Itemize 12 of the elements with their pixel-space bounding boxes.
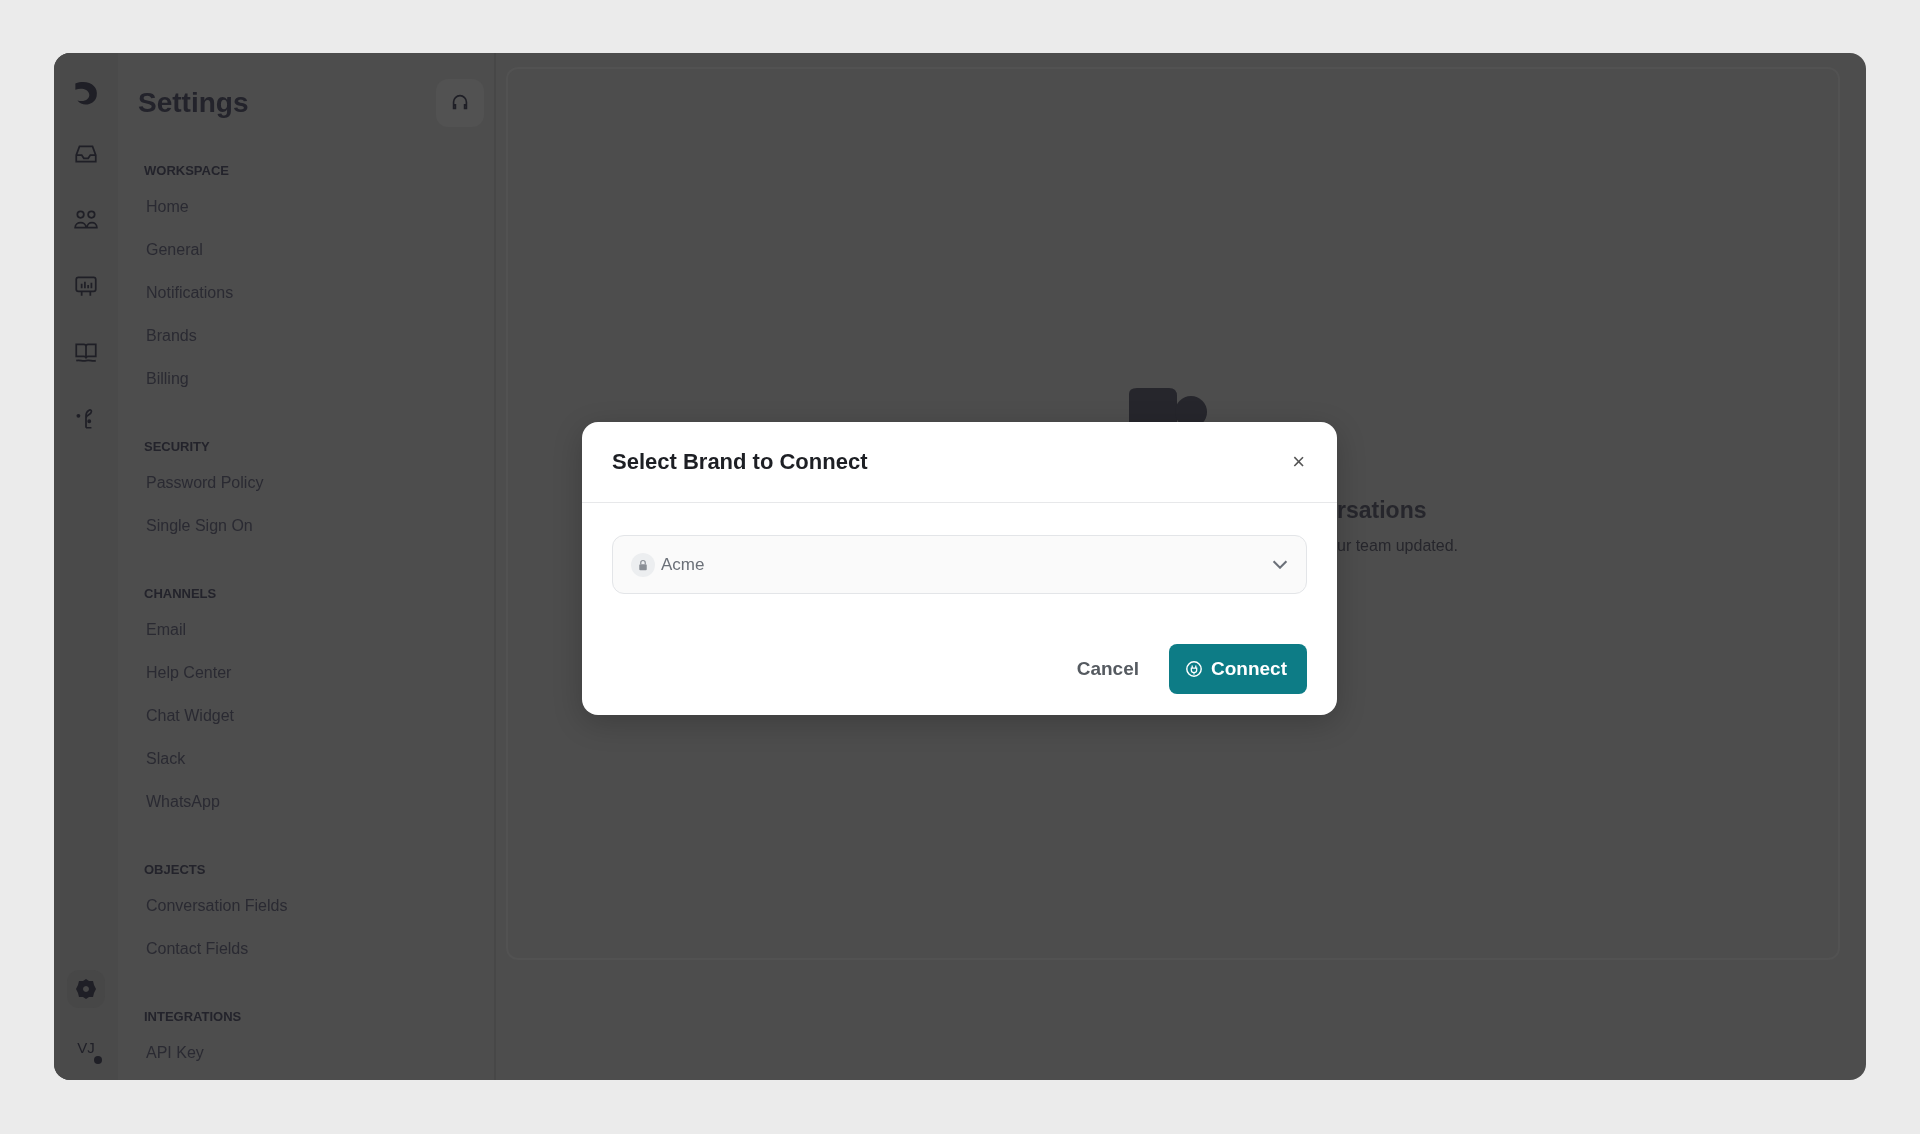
lock-icon: [631, 552, 655, 577]
connect-button[interactable]: Connect: [1169, 644, 1307, 694]
dialog-title: Select Brand to Connect: [612, 449, 868, 475]
plug-icon: [1185, 660, 1203, 678]
settings-icon: [74, 977, 98, 1001]
chart-board-icon[interactable]: [73, 273, 99, 299]
close-button[interactable]: ×: [1286, 449, 1311, 475]
chevron-down-icon: [1272, 560, 1288, 569]
brand-select[interactable]: Acme: [612, 535, 1307, 594]
headset-button[interactable]: [436, 79, 484, 127]
status-dot: [94, 1056, 102, 1064]
cancel-button[interactable]: Cancel: [1072, 648, 1143, 690]
